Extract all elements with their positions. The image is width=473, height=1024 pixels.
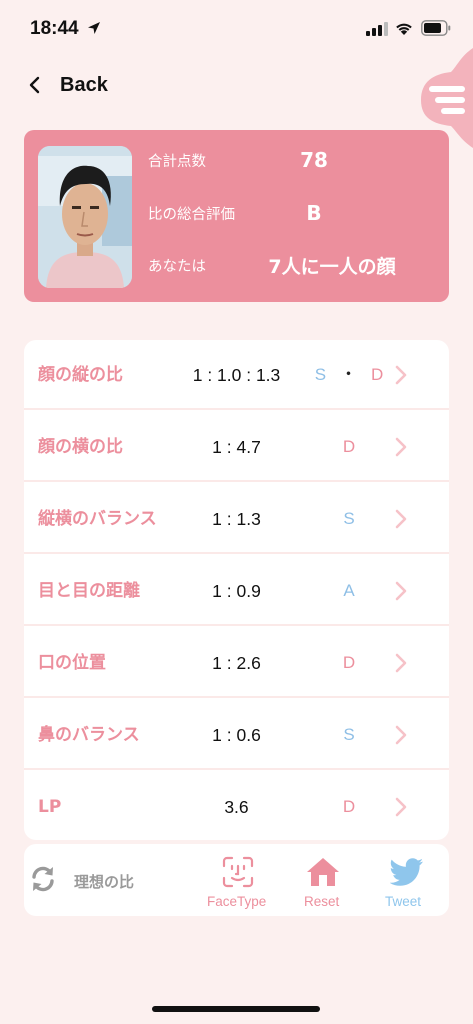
back-label: Back [60,73,108,96]
overall-rating-value: B [306,201,322,225]
ratio-row-face-horizontal[interactable]: 顔の横の比 1 : 4.7 D [24,412,449,482]
ratio-grade: D [342,653,356,672]
ratio-label: 口の位置 [38,653,106,673]
ratio-row-aspect-balance[interactable]: 縦横のバランス 1 : 1.3 S [24,484,449,554]
ratio-label: 目と目の距離 [38,581,140,601]
tweet-button[interactable]: Tweet [376,844,442,916]
ratio-row-face-vertical[interactable]: 顔の縦の比 1 : 1.0 : 1.3 S ・ D [24,340,449,410]
cellular-signal-icon [366,22,388,36]
facetype-label: FaceType [207,894,267,909]
overall-rating-label: 比の総合評価 [148,207,235,223]
rarity-value: 7人に一人の顔 [268,256,396,278]
grade-letter: S [314,365,327,384]
ratio-label: 縦横のバランス [38,509,157,529]
total-score-label: 合計点数 [148,154,206,170]
reset-label: Reset [304,894,340,909]
home-indicator[interactable] [152,1006,320,1012]
ratio-label: 顔の縦の比 [38,365,123,385]
facetype-button[interactable]: FaceType [200,844,276,916]
ratio-grade: S [343,725,355,744]
grade-letter: D [371,365,384,384]
tweet-label: Tweet [385,894,422,909]
chevron-right-icon [395,365,407,385]
ideal-ratio-button[interactable]: 理想の比 [24,844,194,916]
wifi-icon [396,23,412,35]
ideal-ratio-label: 理想の比 [74,873,135,891]
ratio-list: 顔の縦の比 1 : 1.0 : 1.3 S ・ D 顔の横の比 1 : 4.7 D … [24,340,449,840]
ratio-row-mouth-position[interactable]: 口の位置 1 : 2.6 D [24,628,449,698]
ratio-row-nose-balance[interactable]: 鼻のバランス 1 : 0.6 S [24,700,449,770]
chevron-left-icon [29,76,40,94]
status-time: 18:44 [30,18,79,39]
home-icon [307,858,339,886]
back-button[interactable]: Back [28,70,108,100]
ratio-label: LP [38,797,62,817]
ratio-grade: A [343,581,355,600]
grade-separator: ・ [340,365,358,384]
face-photo [38,146,132,288]
ratio-grade: S [343,509,355,528]
chevron-right-icon [395,797,407,817]
chevron-right-icon [395,725,407,745]
face-id-icon [222,856,254,888]
ratio-grade: S ・ D [294,340,404,410]
chevron-right-icon [395,437,407,457]
ratio-row-eye-distance[interactable]: 目と目の距離 1 : 0.9 A [24,556,449,626]
reset-button[interactable]: Reset [296,844,352,916]
ratio-row-lp[interactable]: LP 3.6 D [24,772,449,840]
chevron-right-icon [395,653,407,673]
face-photo-illustration [38,146,132,288]
twitter-bird-icon [390,858,423,886]
ratio-grade: D [342,797,356,816]
bottom-toolbar: 理想の比 FaceType Reset Tweet [24,844,449,916]
battery-icon [421,20,451,36]
rarity-label: あなたは [148,259,206,275]
ratio-grade: D [342,437,356,456]
total-score-value: 78 [300,148,328,172]
location-arrow-icon [88,22,100,34]
score-summary-card: 合計点数 78 比の総合評価 B あなたは 7人に一人の顔 [24,130,449,302]
refresh-icon [32,866,54,892]
chevron-right-icon [395,581,407,601]
ratio-label: 顔の横の比 [38,437,123,457]
status-bar: 18:44 [0,0,473,60]
ratio-label: 鼻のバランス [38,725,140,745]
chevron-right-icon [395,509,407,529]
